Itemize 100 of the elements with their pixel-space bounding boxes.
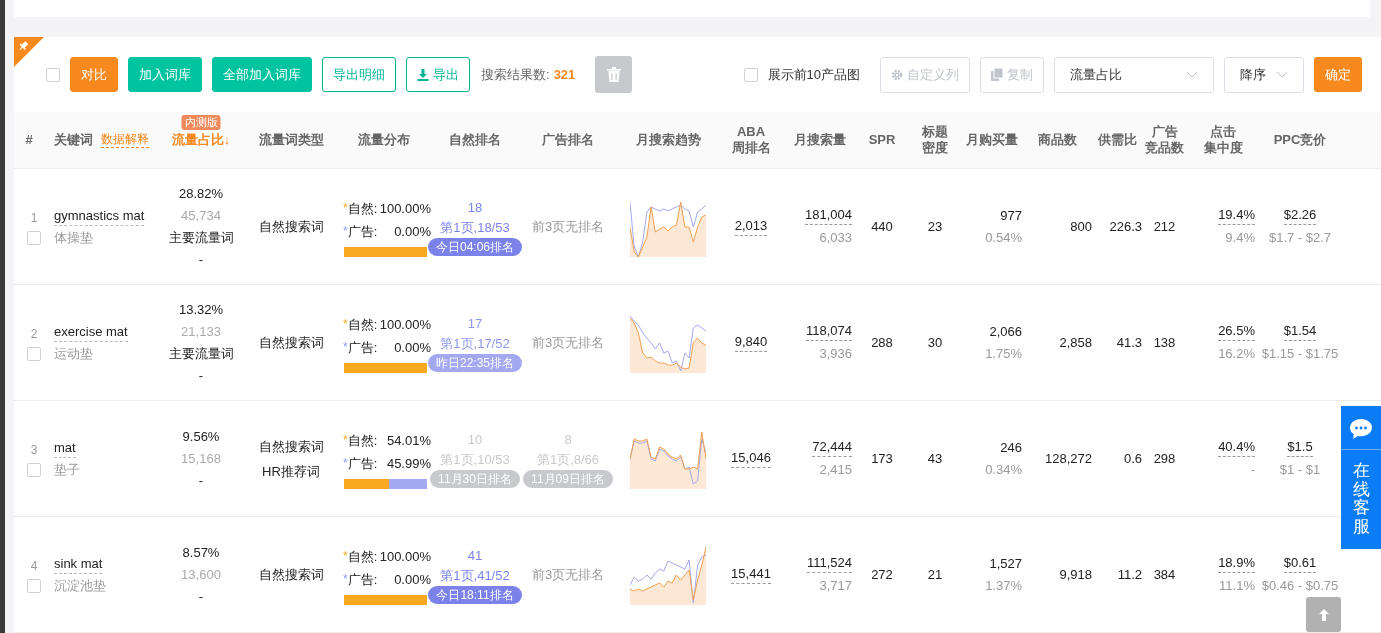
ppc-range: $1.15 - $1.75 xyxy=(1261,345,1339,363)
spr-value: 173 xyxy=(871,449,893,468)
keyword-translation: 运动垫 xyxy=(54,344,93,363)
chat-label[interactable]: 在线客服 xyxy=(1352,462,1370,537)
traffic-count: 15,168 xyxy=(181,449,221,468)
column-header[interactable]: SPR xyxy=(868,132,896,148)
scroll-top-button[interactable] xyxy=(1306,597,1341,632)
column-header[interactable]: 流量词类型 xyxy=(258,132,324,148)
traffic-extra: - xyxy=(198,250,204,269)
supply-ratio: 41.3 xyxy=(1116,333,1142,352)
keyword-link[interactable]: exercise mat xyxy=(54,322,128,342)
click-concentration-sub: - xyxy=(1250,461,1255,479)
supply-ratio: 0.6 xyxy=(1123,449,1142,468)
rank-number: 17 xyxy=(467,314,483,333)
copy-icon xyxy=(991,68,1003,81)
column-header[interactable]: 自然排名 xyxy=(449,132,501,148)
ad-share-value: 0.00% xyxy=(394,222,431,241)
product-count: 9,918 xyxy=(1059,565,1092,584)
star-mark: * xyxy=(343,570,348,588)
ad-share-value: 0.00% xyxy=(394,570,431,589)
column-header[interactable]: 供需比 xyxy=(1097,132,1137,148)
column-header[interactable]: 标题 密度 xyxy=(922,124,948,156)
spr-value: 440 xyxy=(871,217,893,236)
buy-rate: 1.75% xyxy=(985,344,1022,363)
gear-icon xyxy=(891,68,903,81)
title-density: 21 xyxy=(927,565,943,584)
keyword-link[interactable]: gymnastics mat xyxy=(54,206,145,226)
checkbox[interactable] xyxy=(27,346,41,361)
rank-number: 18 xyxy=(467,198,483,217)
column-header[interactable]: ABA 周排名 xyxy=(731,124,771,156)
traffic-count: 45,734 xyxy=(181,206,221,225)
sort-order-select[interactable]: 降序 xyxy=(1224,56,1304,93)
chevron-down-icon xyxy=(1186,71,1198,78)
column-header[interactable]: 点击 集中度 xyxy=(1203,124,1243,156)
traffic-extra: - xyxy=(198,366,204,385)
ppc-bid: $1.54 xyxy=(1283,322,1317,341)
click-concentration: 18.9% xyxy=(1218,554,1255,573)
delete-button[interactable] xyxy=(595,56,633,93)
monthly-buy: 1,527 xyxy=(989,554,1022,573)
ad-share-label: 广告: xyxy=(347,454,378,473)
rank-time-badge: 今日04:06排名 xyxy=(428,237,522,256)
ad-product-count: 138 xyxy=(1153,333,1176,352)
column-header[interactable]: 广告 竞品数 xyxy=(1145,124,1184,156)
click-concentration-sub: 11.1% xyxy=(1219,577,1255,595)
buy-rate: 0.54% xyxy=(985,228,1022,247)
rank-status: 前3页无排名 xyxy=(531,565,605,584)
aba-rank: 15,046 xyxy=(731,449,771,468)
column-header[interactable]: 商品数 xyxy=(1037,132,1077,148)
checkbox[interactable] xyxy=(743,67,758,82)
word-type: 自然搜索词 xyxy=(258,437,324,456)
column-header[interactable]: 关键词 xyxy=(54,132,93,148)
rank-time-badge: 昨日22:35排名 xyxy=(428,353,522,372)
ppc-range: $1.7 - $2.7 xyxy=(1268,229,1332,247)
traffic-extra: - xyxy=(198,587,204,606)
aba-rank: 15,441 xyxy=(731,565,771,584)
ad-product-count: 298 xyxy=(1153,449,1176,468)
product-count: 2,858 xyxy=(1059,333,1092,352)
keyword-link[interactable]: mat xyxy=(54,438,76,458)
column-header[interactable]: 月购买量 xyxy=(966,132,1018,148)
natural-share-label: 自然: xyxy=(347,547,378,566)
traffic-count: 21,133 xyxy=(181,322,221,341)
checkbox[interactable] xyxy=(46,67,60,82)
column-header[interactable]: # xyxy=(25,132,33,148)
column-header[interactable]: 广告排名 xyxy=(542,132,594,148)
rank-status: 前3页无排名 xyxy=(531,217,605,236)
ppc-bid: $1.5 xyxy=(1287,438,1313,457)
natural-share-value: 100.00% xyxy=(379,547,431,566)
keyword-link[interactable]: sink mat xyxy=(54,554,103,574)
trash-icon xyxy=(606,67,621,82)
ad-share-label: 广告: xyxy=(347,222,378,241)
download-icon xyxy=(417,68,429,81)
button[interactable]: 导出明细 xyxy=(322,57,396,92)
column-header[interactable]: PPC竞价 xyxy=(1273,132,1327,148)
ad-share-value: 45.99% xyxy=(386,454,431,473)
title-density: 30 xyxy=(927,333,943,352)
column-header[interactable]: 流量分布 xyxy=(358,132,410,148)
natural-share-label: 自然: xyxy=(347,431,378,450)
column-header[interactable]: 月搜索趋势 xyxy=(635,132,701,148)
click-concentration: 19.4% xyxy=(1218,206,1255,225)
checkbox[interactable] xyxy=(27,462,41,477)
checkbox[interactable] xyxy=(27,578,41,593)
traffic-tag: 主要流量词 xyxy=(168,226,234,249)
monthly-buy: 2,066 xyxy=(989,322,1022,341)
ppc-range: $0.46 - $0.75 xyxy=(1261,577,1339,595)
ad-product-count: 384 xyxy=(1153,565,1176,584)
ad-share-label: 广告: xyxy=(347,338,378,357)
column-header[interactable]: 月搜索量 xyxy=(794,132,846,148)
keyword-translation: 沉淀池垫 xyxy=(54,576,106,595)
supply-ratio: 11.2 xyxy=(1117,565,1142,584)
star-mark: * xyxy=(343,222,348,240)
arrow-up-icon xyxy=(1318,608,1329,621)
sort-field-select[interactable]: 流量占比 xyxy=(1054,56,1214,93)
traffic-count: 13,600 xyxy=(181,565,221,584)
star-mark: * xyxy=(343,315,348,333)
keyword-translation: 垫子 xyxy=(54,460,80,479)
title-density: 23 xyxy=(927,217,943,236)
natural-share-value: 100.00% xyxy=(379,199,431,218)
checkbox[interactable] xyxy=(27,230,41,245)
monthly-search-sub: 6,033 xyxy=(819,229,852,247)
chat-widget[interactable]: 在线客服 xyxy=(1341,406,1381,549)
